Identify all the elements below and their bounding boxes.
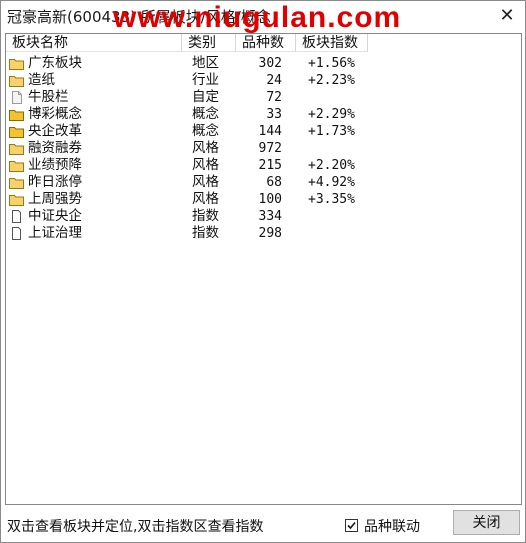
row-type: 风格 [192, 191, 219, 207]
folder-icon [9, 159, 24, 172]
folder-icon [9, 193, 24, 206]
document-icon [9, 91, 24, 104]
watermark-text: www.niugulan.com [113, 1, 402, 34]
folder-icon [9, 74, 24, 87]
row-index[interactable]: +3.35% [308, 191, 355, 208]
row-type: 概念 [192, 123, 219, 139]
row-type: 风格 [192, 140, 219, 156]
header-count[interactable]: 品种数 [236, 34, 296, 52]
close-icon[interactable]: ✕ [495, 4, 519, 28]
row-name: 上周强势 [28, 191, 82, 207]
row-name: 造纸 [28, 72, 55, 88]
row-name: 广东板块 [28, 55, 82, 71]
list-header: 板块名称 类别 品种数 板块指数 [6, 34, 372, 53]
row-index[interactable]: +2.20% [308, 157, 355, 174]
row-count: 334 [258, 209, 282, 224]
row-name: 融资融券 [28, 140, 82, 156]
row-name: 业绩预降 [28, 157, 82, 173]
row-index[interactable]: +2.23% [308, 72, 355, 89]
row-name: 博彩概念 [28, 106, 82, 122]
folder-filled-icon [9, 125, 24, 138]
link-checkbox[interactable]: 品种联动 [345, 516, 420, 536]
list-item[interactable]: 博彩概念 概念 33 +2.29% [6, 106, 376, 123]
row-name: 中证央企 [28, 208, 82, 224]
row-count: 298 [258, 226, 282, 241]
row-count: 144 [258, 124, 282, 139]
checkbox-checked-icon[interactable] [345, 519, 358, 532]
status-bar: 双击查看板块并定位,双击指数区查看指数 品种联动 关闭 [1, 506, 525, 542]
row-count: 68 [266, 175, 282, 190]
list-rows: 广东板块 地区 302 +1.56% 造纸 行业 24 +2.23% 牛股栏 自定 72 博彩概念 概念… [6, 55, 376, 242]
row-count: 24 [266, 73, 282, 88]
sector-list[interactable]: 板块名称 类别 品种数 板块指数 广东板块 地区 302 +1.56% 造纸 行业 24 +2… [5, 33, 522, 505]
row-name: 牛股栏 [28, 89, 69, 105]
page-icon [9, 210, 24, 223]
row-name: 央企改革 [28, 123, 82, 139]
folder-icon [9, 142, 24, 155]
row-name: 昨日涨停 [28, 174, 82, 190]
row-type: 自定 [192, 89, 219, 105]
row-count: 215 [258, 158, 282, 173]
row-type: 行业 [192, 72, 219, 88]
list-item[interactable]: 上周强势 风格 100 +3.35% [6, 191, 376, 208]
row-count: 100 [258, 192, 282, 207]
row-index[interactable]: +1.56% [308, 55, 355, 72]
row-count: 302 [258, 56, 282, 71]
row-index[interactable]: +2.29% [308, 106, 355, 123]
title-bar: 冠豪高新(600433) 所属板块/风格/概念 www.niugulan.com… [1, 1, 525, 34]
list-item[interactable]: 业绩预降 风格 215 +2.20% [6, 157, 376, 174]
dialog-window: 冠豪高新(600433) 所属板块/风格/概念 www.niugulan.com… [0, 0, 526, 543]
row-name: 上证治理 [28, 225, 82, 241]
header-name[interactable]: 板块名称 [6, 34, 182, 52]
folder-icon [9, 57, 24, 70]
row-type: 风格 [192, 157, 219, 173]
header-index[interactable]: 板块指数 [296, 34, 368, 52]
row-type: 风格 [192, 174, 219, 190]
list-item[interactable]: 昨日涨停 风格 68 +4.92% [6, 174, 376, 191]
header-type[interactable]: 类别 [182, 34, 236, 52]
row-type: 指数 [192, 225, 219, 241]
row-count: 972 [258, 141, 282, 156]
close-button[interactable]: 关闭 [453, 510, 520, 535]
row-type: 概念 [192, 106, 219, 122]
row-count: 72 [266, 90, 282, 105]
row-index[interactable]: +4.92% [308, 174, 355, 191]
list-item[interactable]: 中证央企 指数 334 [6, 208, 376, 225]
folder-filled-icon [9, 108, 24, 121]
row-index[interactable]: +1.73% [308, 123, 355, 140]
list-item[interactable]: 造纸 行业 24 +2.23% [6, 72, 376, 89]
row-type: 地区 [192, 55, 219, 71]
hint-text: 双击查看板块并定位,双击指数区查看指数 [7, 519, 264, 535]
list-item[interactable]: 广东板块 地区 302 +1.56% [6, 55, 376, 72]
page-icon [9, 227, 24, 240]
list-item[interactable]: 上证治理 指数 298 [6, 225, 376, 242]
list-item[interactable]: 融资融券 风格 972 [6, 140, 376, 157]
link-checkbox-label: 品种联动 [364, 519, 420, 535]
list-item[interactable]: 牛股栏 自定 72 [6, 89, 376, 106]
row-type: 指数 [192, 208, 219, 224]
folder-icon [9, 176, 24, 189]
row-count: 33 [266, 107, 282, 122]
list-item[interactable]: 央企改革 概念 144 +1.73% [6, 123, 376, 140]
